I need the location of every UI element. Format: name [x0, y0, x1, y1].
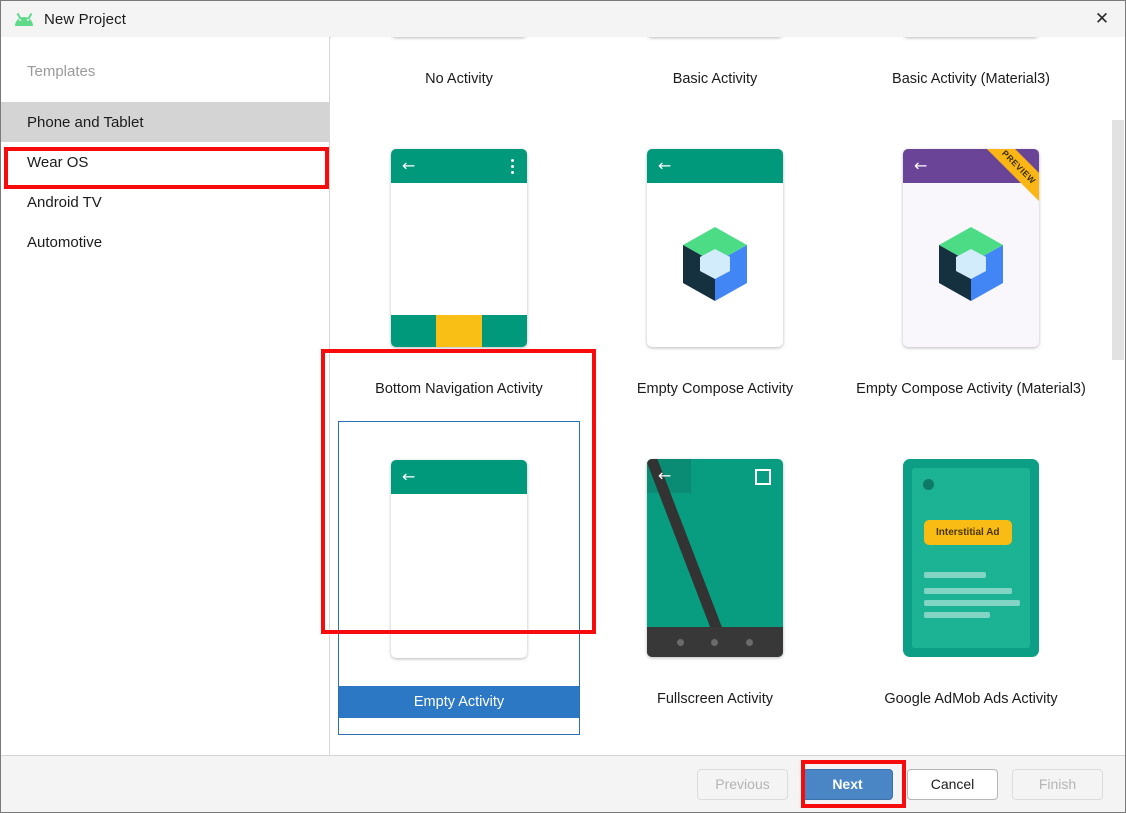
template-card-label: Google AdMob Ads Activity [884, 691, 1058, 707]
bottom-nav-phone-preview-2: ← [391, 149, 527, 347]
empty-phone-preview: ← [391, 460, 527, 658]
template-card-navigation-drawer-activity[interactable]: ← ★ [587, 735, 843, 755]
jetpack-compose-logo-icon [935, 225, 1007, 305]
template-thumbnail: ← [647, 431, 783, 685]
back-arrow-icon: ← [914, 156, 928, 175]
template-thumbnail: ← [391, 745, 527, 755]
template-card-basic-activity[interactable]: ← [587, 37, 843, 111]
overflow-menu-icon [511, 159, 514, 174]
system-nav-bar [647, 627, 783, 657]
template-card-label: Basic Activity (Material3) [892, 71, 1050, 87]
fullscreen-phone-preview: ← [647, 459, 783, 657]
sidebar-item-label: Automotive [27, 233, 103, 251]
jetpack-compose-logo-icon [679, 225, 751, 305]
sidebar-item-label: Phone and Tablet [27, 113, 144, 131]
bottom-navigation-bar [391, 315, 527, 347]
sidebar-item-label: Wear OS [27, 153, 89, 171]
scrollbar-thumb[interactable] [1112, 120, 1124, 360]
admob-phone-preview: Interstitial Ad [903, 459, 1039, 657]
template-card-label: Basic Activity [672, 71, 758, 87]
templates-sidebar: Templates Phone and Tablet Wear OS Andro… [1, 37, 330, 755]
template-card-empty-activity[interactable]: ← Empty Activity [331, 421, 587, 735]
template-card-empty-compose-activity-material3[interactable]: ← PREVIEW Empty Compose Activity (Materi… [843, 111, 1099, 421]
template-card-bottom-navigation-activity[interactable]: ← Bottom Navigation Activity [331, 111, 587, 421]
template-row: ← Empty Activity ← Fullscreen Activity I… [331, 421, 1101, 735]
template-card-label: Bottom Navigation Activity [375, 381, 543, 397]
next-button[interactable]: Next [802, 768, 893, 800]
template-thumbnail: Interstitial Ad [903, 431, 1039, 685]
template-thumbnail: ← PREVIEW [903, 37, 1039, 65]
template-thumbnail: ← PREVIEW [903, 121, 1039, 375]
template-thumbnail: ← [391, 121, 527, 375]
template-card-login-activity[interactable]: ← [843, 735, 1099, 755]
template-card-empty-compose-activity[interactable]: ← Empty Compose Activity [587, 111, 843, 421]
template-card-basic-activity-material3[interactable]: ← PREVIEW [843, 37, 1099, 111]
gallery-scrollbar[interactable] [1110, 38, 1124, 755]
back-arrow-icon: ← [402, 467, 416, 486]
title-bar: New Project ✕ [1, 1, 1125, 38]
dialog-footer: Previous Next Cancel Finish [1, 755, 1125, 812]
template-gallery[interactable]: ← No Activity [331, 37, 1125, 755]
sidebar-item-automotive[interactable]: Automotive [1, 222, 329, 262]
close-icon[interactable]: ✕ [1079, 1, 1125, 36]
template-card-maps-activity[interactable]: ← [331, 735, 587, 755]
template-thumbnail: ← [647, 37, 783, 65]
template-row: ← ← [331, 735, 1101, 755]
avatar-dot-icon [923, 479, 934, 490]
android-bugdroid-icon [15, 12, 33, 26]
sidebar-item-label: Android TV [27, 193, 102, 211]
template-card-label: No Activity [425, 71, 493, 87]
interstitial-ad-badge: Interstitial Ad [924, 520, 1012, 545]
fullscreen-expand-icon [755, 469, 771, 485]
sidebar-header: Templates [27, 63, 96, 80]
template-card-label: Empty Activity [339, 686, 579, 718]
template-card-label: Empty Compose Activity (Material3) [856, 381, 1086, 397]
template-card-label: Empty Compose Activity [636, 381, 794, 397]
template-thumbnail: ← [391, 37, 527, 65]
template-row: ← Bottom Navigation Activity ← Empty Com… [331, 111, 1101, 421]
back-arrow-icon: ← [402, 156, 416, 175]
template-card-fullscreen-activity[interactable]: ← Fullscreen Activity [587, 421, 843, 735]
back-arrow-icon: ← [658, 156, 672, 175]
window-title: New Project [44, 10, 126, 28]
sidebar-item-phone-and-tablet[interactable]: Phone and Tablet [1, 102, 329, 142]
template-card-google-admob-ads-activity[interactable]: Interstitial Ad Google AdMob Ads Activit… [843, 421, 1099, 735]
compose-cube-phone-preview-2: ← [647, 149, 783, 347]
template-grid: ← No Activity [331, 37, 1101, 755]
sidebar-item-wear-os[interactable]: Wear OS [1, 142, 329, 182]
template-thumbnail: ← [391, 432, 527, 686]
template-card-no-activity[interactable]: ← No Activity [331, 37, 587, 111]
finish-button[interactable]: Finish [1012, 768, 1103, 800]
sidebar-list: Phone and Tablet Wear OS Android TV Auto… [1, 102, 329, 262]
previous-button[interactable]: Previous [697, 768, 788, 800]
sidebar-item-android-tv[interactable]: Android TV [1, 182, 329, 222]
cancel-button[interactable]: Cancel [907, 768, 998, 800]
new-project-dialog: New Project ✕ Templates Phone and Tablet… [0, 0, 1126, 813]
template-row: ← No Activity [331, 37, 1101, 111]
template-thumbnail: ← [903, 745, 1039, 755]
compose-cube-material3-phone-preview-2: ← PREVIEW [903, 149, 1039, 347]
back-arrow-icon: ← [658, 466, 672, 485]
template-thumbnail: ← [647, 121, 783, 375]
template-thumbnail: ← ★ [647, 745, 783, 755]
template-card-label: Fullscreen Activity [656, 691, 774, 707]
